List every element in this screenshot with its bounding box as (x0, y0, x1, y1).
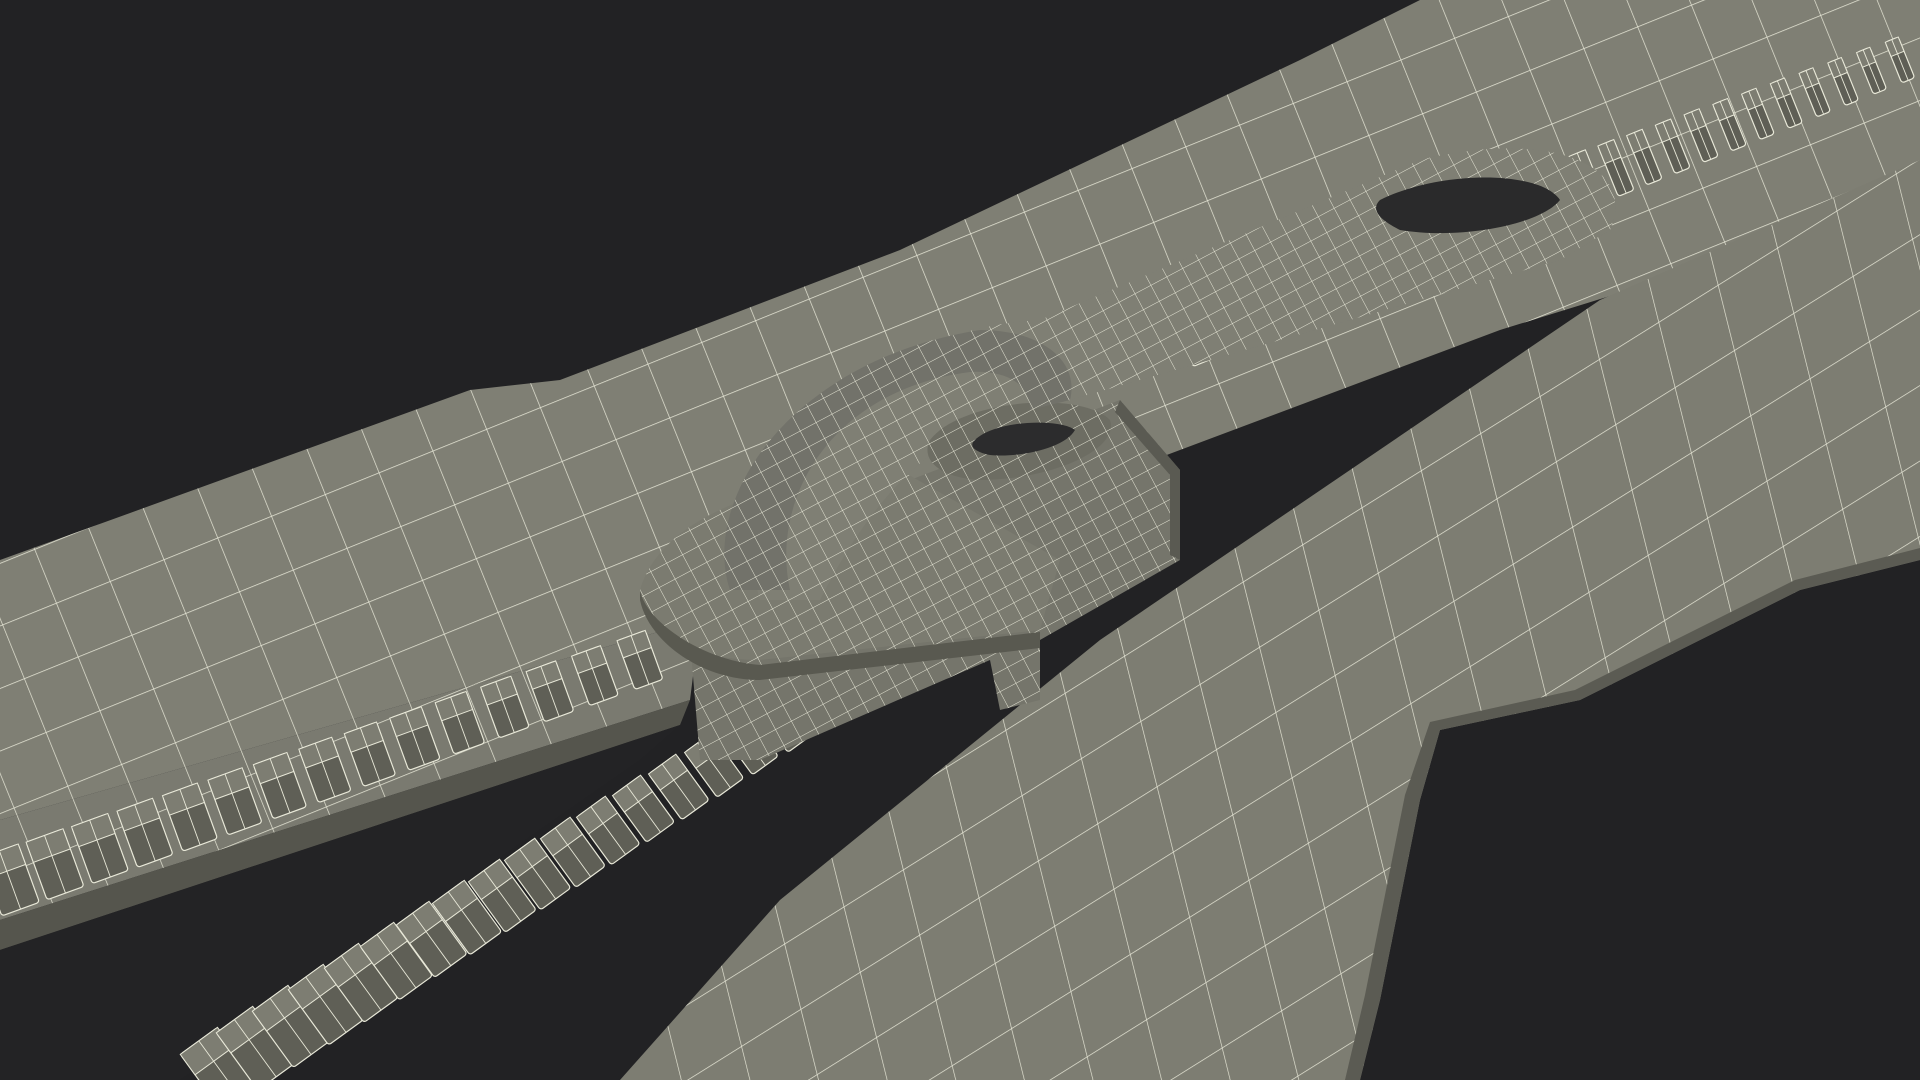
render-viewport (0, 0, 1920, 1080)
zipper-render (0, 0, 1920, 1080)
